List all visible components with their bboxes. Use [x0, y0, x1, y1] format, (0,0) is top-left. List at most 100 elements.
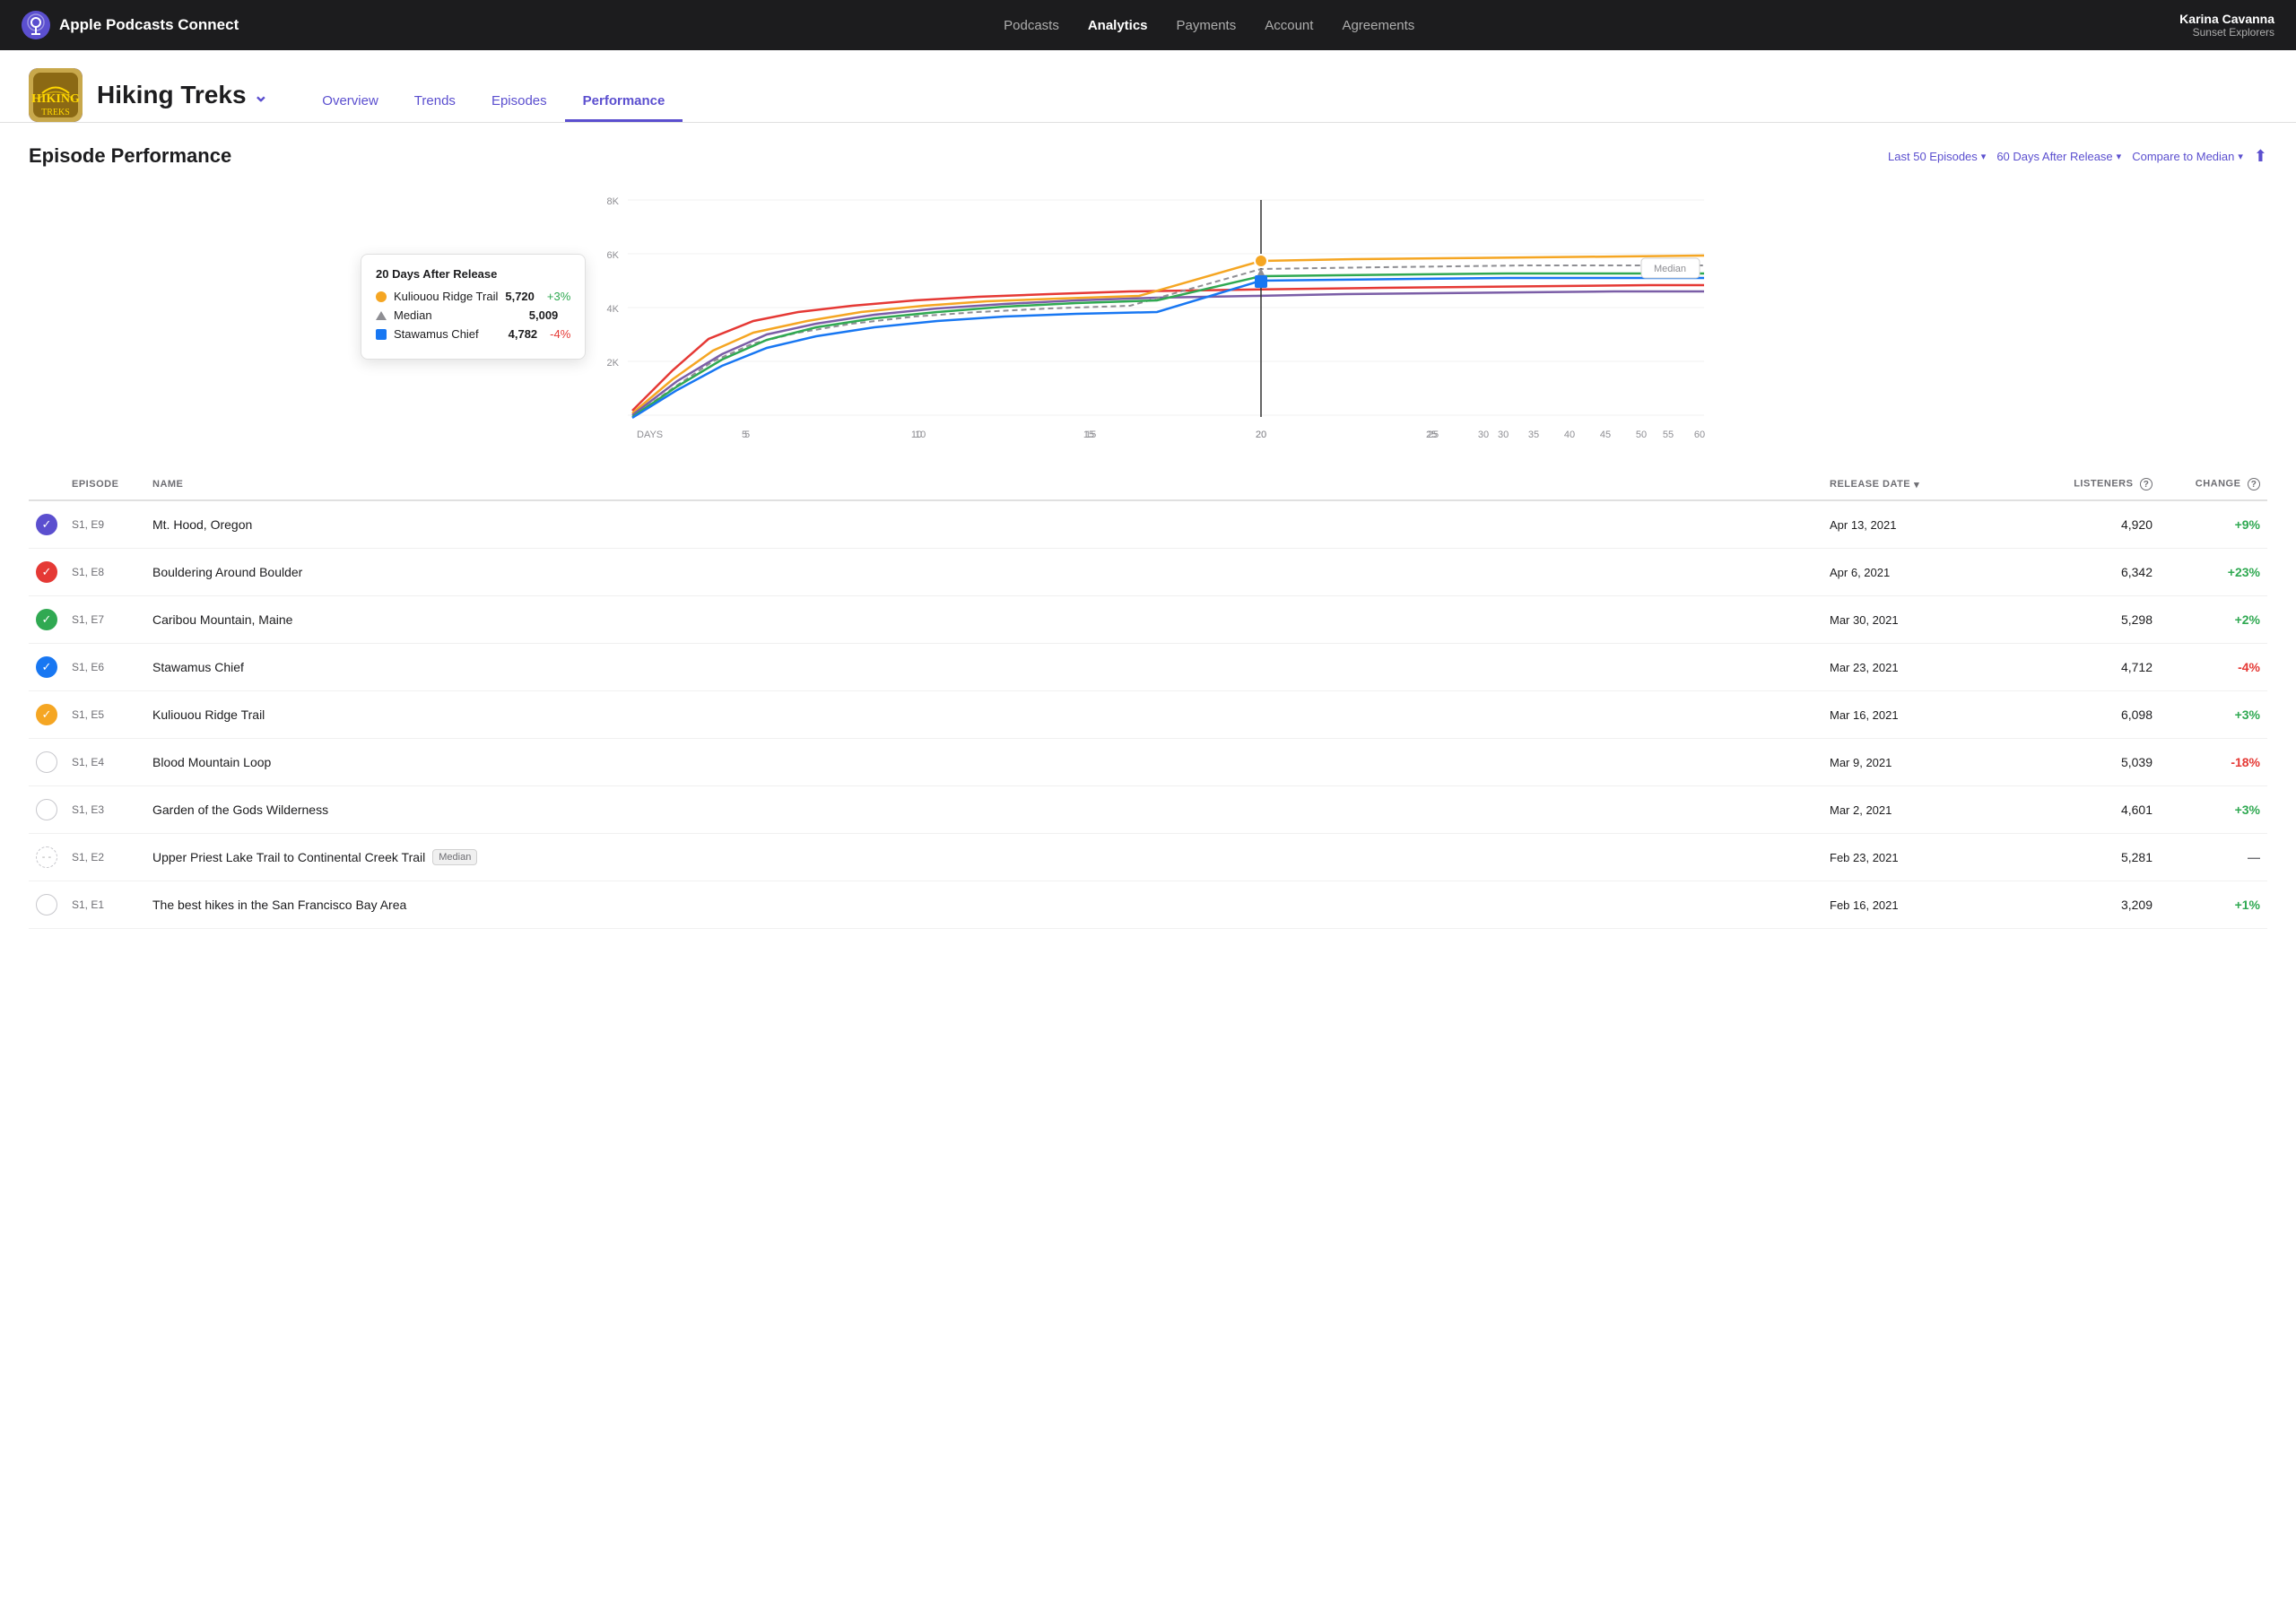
col-listeners: LISTENERS ?	[2009, 478, 2152, 490]
episode-code: S1, E5	[72, 708, 152, 721]
main-nav: Podcasts Analytics Payments Account Agre…	[274, 18, 2144, 33]
listeners-help-icon[interactable]: ?	[2140, 478, 2152, 490]
svg-text:10: 10	[911, 430, 922, 440]
section-title: Episode Performance	[29, 144, 231, 168]
episode-name: Upper Priest Lake Trail to Continental C…	[152, 849, 1830, 865]
nav-payments[interactable]: Payments	[1177, 18, 1237, 33]
chart-container: 8K 6K 4K 2K DAYS 5 10 15 20 25 30 5 10 1…	[29, 182, 2267, 469]
nav-agreements[interactable]: Agreements	[1342, 18, 1414, 33]
table-row[interactable]: ✓ S1, E9 Mt. Hood, Oregon Apr 13, 2021 4…	[29, 501, 2267, 549]
svg-text:25: 25	[1428, 430, 1439, 440]
episode-listeners: 5,281	[2009, 850, 2152, 864]
episode-listeners: 5,298	[2009, 612, 2152, 627]
episode-code: S1, E8	[72, 566, 152, 578]
user-name: Karina Cavanna	[2179, 12, 2274, 26]
episodes-filter-button[interactable]: Last 50 Episodes ▾	[1888, 150, 1986, 163]
table-row[interactable]: ✓ S1, E6 Stawamus Chief Mar 23, 2021 4,7…	[29, 644, 2267, 691]
compare-filter-chevron-icon: ▾	[2238, 151, 2243, 162]
episode-listeners: 5,039	[2009, 755, 2152, 769]
table-row[interactable]: S1, E3 Garden of the Gods Wilderness Mar…	[29, 786, 2267, 834]
svg-text:15: 15	[1083, 430, 1094, 440]
podcast-name: Hiking Treks	[97, 81, 247, 109]
svg-text:2K: 2K	[607, 358, 620, 369]
episode-name: Bouldering Around Boulder	[152, 565, 1830, 579]
episode-badge	[36, 894, 57, 915]
episode-listeners: 4,601	[2009, 803, 2152, 817]
median-badge: Median	[432, 849, 477, 865]
episodes-filter-label: Last 50 Episodes	[1888, 150, 1978, 163]
episode-release-date: Mar 23, 2021	[1830, 661, 2009, 674]
tab-overview[interactable]: Overview	[304, 82, 396, 122]
user-podcast: Sunset Explorers	[2179, 26, 2274, 39]
episode-code: S1, E4	[72, 756, 152, 768]
svg-text:6K: 6K	[607, 250, 620, 261]
episodes-table: EPISODE NAME RELEASE DATE ▾ LISTENERS ? …	[29, 469, 2267, 929]
table-row[interactable]: S1, E1 The best hikes in the San Francis…	[29, 881, 2267, 929]
episode-release-date: Apr 6, 2021	[1830, 566, 2009, 579]
episode-listeners: 4,920	[2009, 517, 2152, 532]
episode-listeners: 6,342	[2009, 565, 2152, 579]
tab-performance[interactable]: Performance	[565, 82, 683, 122]
episode-release-date: Mar 30, 2021	[1830, 613, 2009, 627]
episode-listeners: 6,098	[2009, 707, 2152, 722]
days-filter-button[interactable]: 60 Days After Release ▾	[1996, 150, 2121, 163]
episode-name: The best hikes in the San Francisco Bay …	[152, 898, 1830, 912]
podcast-thumb-art: HIKING TREKS	[29, 68, 83, 122]
change-help-icon[interactable]: ?	[2248, 478, 2260, 490]
svg-text:50: 50	[1636, 430, 1647, 440]
podcast-tabs: Overview Trends Episodes Performance	[304, 82, 683, 122]
filter-bar: Last 50 Episodes ▾ 60 Days After Release…	[1888, 147, 2267, 166]
performance-chart: 8K 6K 4K 2K DAYS 5 10 15 20 25 30 5 10 1…	[29, 182, 2267, 469]
table-row[interactable]: ✓ S1, E7 Caribou Mountain, Maine Mar 30,…	[29, 596, 2267, 644]
episode-code: S1, E1	[72, 898, 152, 911]
tab-episodes[interactable]: Episodes	[474, 82, 565, 122]
main-content: Episode Performance Last 50 Episodes ▾ 6…	[0, 123, 2296, 950]
nav-podcasts[interactable]: Podcasts	[1004, 18, 1059, 33]
episode-code: S1, E2	[72, 851, 152, 863]
svg-text:8K: 8K	[607, 196, 620, 207]
svg-text:35: 35	[1528, 430, 1539, 440]
col-change: CHANGE ?	[2152, 478, 2260, 490]
section-header: Episode Performance Last 50 Episodes ▾ 6…	[29, 144, 2267, 168]
episode-change: +23%	[2152, 565, 2260, 579]
export-button[interactable]: ⬆	[2254, 147, 2267, 166]
episode-release-date: Feb 16, 2021	[1830, 898, 2009, 912]
episode-name: Stawamus Chief	[152, 660, 1830, 674]
days-filter-chevron-icon: ▾	[2117, 151, 2122, 162]
episode-release-date: Feb 23, 2021	[1830, 851, 2009, 864]
table-row[interactable]: S1, E4 Blood Mountain Loop Mar 9, 2021 5…	[29, 739, 2267, 786]
episode-change: —	[2152, 850, 2260, 864]
episodes-filter-chevron-icon: ▾	[1981, 151, 1987, 162]
episode-badge	[36, 751, 57, 773]
episode-release-date: Apr 13, 2021	[1830, 518, 2009, 532]
episode-name: Kuliouou Ridge Trail	[152, 707, 1830, 722]
episode-change: +9%	[2152, 517, 2260, 532]
col-release-date[interactable]: RELEASE DATE ▾	[1830, 479, 2009, 490]
app-header: Apple Podcasts Connect Podcasts Analytic…	[0, 0, 2296, 50]
svg-text:40: 40	[1564, 430, 1575, 440]
episode-badge: ✓	[36, 561, 57, 583]
episode-release-date: Mar 9, 2021	[1830, 756, 2009, 769]
table-row[interactable]: ✓ S1, E8 Bouldering Around Boulder Apr 6…	[29, 549, 2267, 596]
episode-code: S1, E7	[72, 613, 152, 626]
episode-listeners: 4,712	[2009, 660, 2152, 674]
table-row[interactable]: ✓ S1, E5 Kuliouou Ridge Trail Mar 16, 20…	[29, 691, 2267, 739]
episode-name: Blood Mountain Loop	[152, 755, 1830, 769]
nav-account[interactable]: Account	[1265, 18, 1313, 33]
svg-text:30: 30	[1498, 430, 1509, 440]
nav-analytics[interactable]: Analytics	[1088, 18, 1148, 33]
table-body: ✓ S1, E9 Mt. Hood, Oregon Apr 13, 2021 4…	[29, 501, 2267, 929]
compare-filter-button[interactable]: Compare to Median ▾	[2132, 150, 2243, 163]
podcast-logo-icon	[22, 11, 50, 39]
user-menu[interactable]: Karina Cavanna Sunset Explorers	[2179, 12, 2274, 39]
tab-trends[interactable]: Trends	[396, 82, 474, 122]
podcast-header: HIKING TREKS Hiking Treks ⌄ Overview Tre…	[0, 50, 2296, 123]
episode-change: +3%	[2152, 803, 2260, 817]
sort-icon: ▾	[1914, 479, 1919, 490]
table-row[interactable]: - - S1, E2 Upper Priest Lake Trail to Co…	[29, 834, 2267, 881]
svg-text:5: 5	[742, 430, 747, 440]
days-filter-label: 60 Days After Release	[1996, 150, 2112, 163]
podcast-title[interactable]: Hiking Treks ⌄	[97, 81, 268, 109]
table-header: EPISODE NAME RELEASE DATE ▾ LISTENERS ? …	[29, 469, 2267, 501]
episode-release-date: Mar 2, 2021	[1830, 803, 2009, 817]
